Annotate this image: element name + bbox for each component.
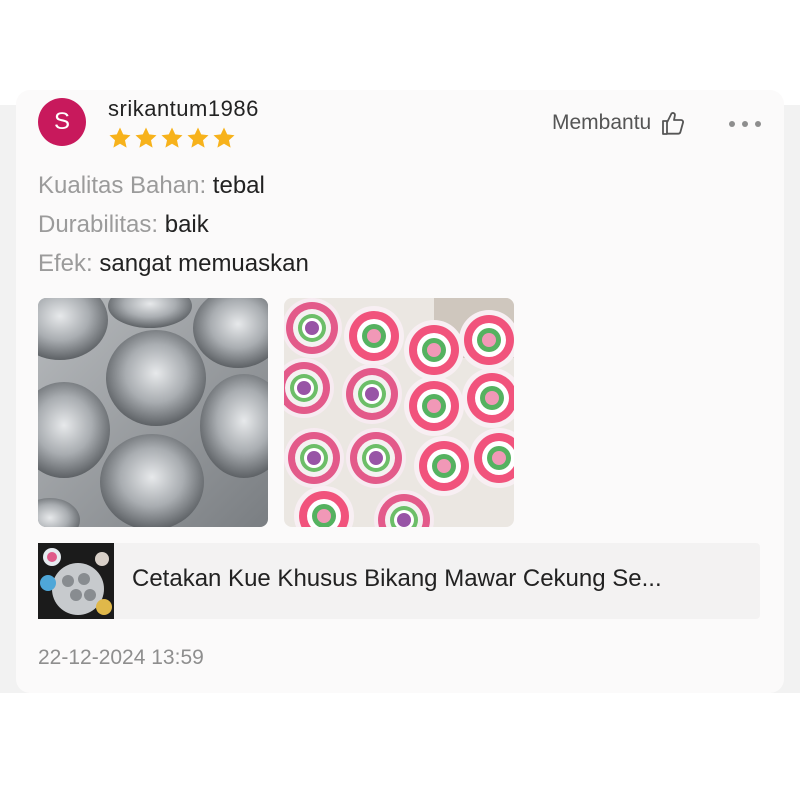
attribute-material: Kualitas Bahan: tebal	[38, 172, 265, 200]
star-icon	[213, 127, 235, 148]
attribute-value: tebal	[212, 172, 265, 199]
review-card: S srikantum1986 Membantu Kualitas Bahan:…	[16, 90, 784, 693]
star-icon	[135, 127, 157, 148]
product-name: Cetakan Kue Khusus Bikang Mawar Cekung S…	[132, 565, 662, 592]
product-thumbnail	[38, 543, 114, 619]
helpful-label: Membantu	[552, 111, 652, 134]
review-photo-cakes[interactable]	[284, 298, 514, 527]
attribute-value: sangat memuaskan	[99, 250, 309, 277]
avatar[interactable]: S	[38, 98, 86, 146]
more-options-icon[interactable]	[728, 120, 762, 128]
avatar-letter: S	[53, 108, 70, 135]
review-photo-mold[interactable]	[38, 298, 268, 527]
attribute-durability: Durabilitas: baik	[38, 211, 209, 239]
star-icon	[187, 127, 209, 148]
helpful-button[interactable]: Membantu	[552, 110, 685, 136]
product-link[interactable]: Cetakan Kue Khusus Bikang Mawar Cekung S…	[38, 543, 760, 619]
star-rating	[108, 126, 236, 150]
star-icon	[109, 127, 131, 148]
attribute-label: Efek:	[38, 250, 93, 277]
review-date: 22-12-2024 13:59	[38, 646, 204, 669]
attribute-effect: Efek: sangat memuaskan	[38, 250, 309, 278]
username[interactable]: srikantum1986	[108, 96, 259, 122]
thumbs-up-icon	[662, 112, 685, 135]
star-icon	[161, 127, 183, 148]
attribute-label: Kualitas Bahan:	[38, 172, 207, 199]
attribute-value: baik	[164, 211, 209, 238]
attribute-label: Durabilitas:	[38, 211, 159, 238]
